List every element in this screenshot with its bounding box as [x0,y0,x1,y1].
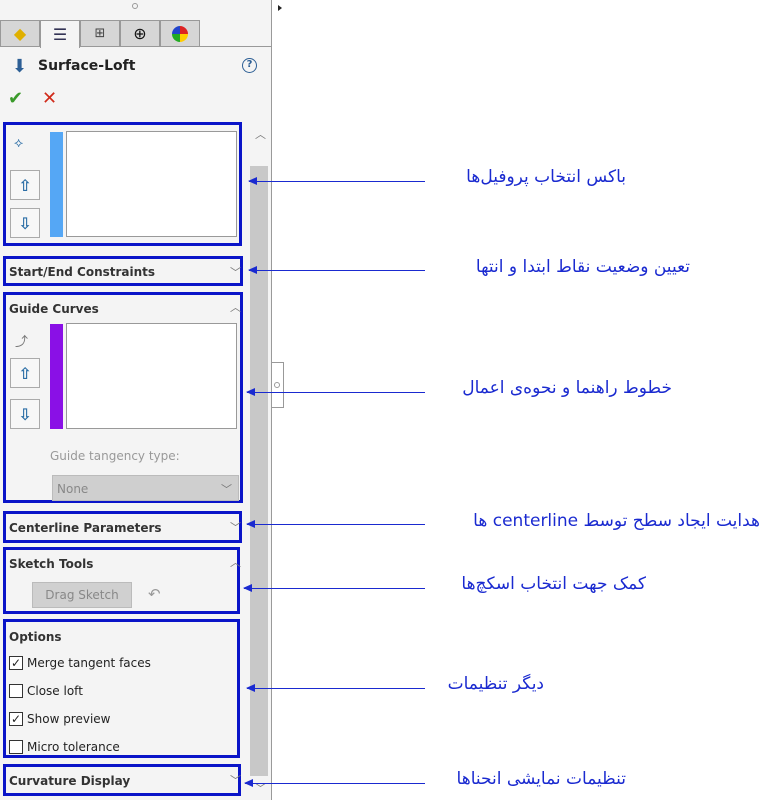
scroll-up-icon[interactable]: ︿ [255,126,266,142]
arrow-down-icon: ⇩ [18,213,32,233]
annotation-text: دیگر تنظیمات [447,674,544,694]
section-title: Sketch Tools [9,557,94,571]
tab-display-manager[interactable] [160,20,200,47]
chevron-down-icon[interactable]: ﹀ [230,519,241,535]
annotation-text: باکس انتخاب پروفیل‌ها [466,167,626,187]
move-down-button[interactable]: ⇩ [10,208,40,238]
option-label: Close loft [27,684,83,698]
annotation-arrow [246,684,425,692]
checkbox[interactable]: ✓ [9,656,23,670]
panel-collapse-handle[interactable] [272,362,284,408]
help-icon[interactable]: ? [242,58,257,73]
option-merge-tangent-faces[interactable]: ✓ Merge tangent faces [9,656,151,670]
sketch-tools-section: Sketch Tools ︿ Drag Sketch ↶ [3,547,241,614]
guide-curves-list[interactable] [66,323,237,429]
profile-icon: ⟡ [14,135,24,151]
arrow-down-icon: ⇩ [18,404,32,424]
annotation-arrow [244,779,425,787]
checkbox[interactable]: ✓ [9,712,23,726]
move-up-button[interactable]: ⇧ [10,358,40,388]
tangency-label: Guide tangency type: [50,449,180,463]
resize-grip[interactable] [132,3,138,9]
ok-check-icon[interactable]: ✔ [8,88,23,109]
option-label: Show preview [27,712,111,726]
feature-manager-icon: ◆ [13,24,27,43]
annotation-arrow [246,520,425,528]
arrow-up-icon: ⇧ [18,363,32,383]
tangency-select[interactable]: None ﹀ [52,475,239,501]
annotation-arrow [246,388,425,396]
annotation-arrow [248,177,425,185]
display-manager-icon [172,25,188,42]
annotation-text: خطوط راهنما و نحوه‌ی اعمال [462,378,672,398]
chevron-down-icon[interactable]: ﹀ [230,772,241,788]
centerline-parameters-section[interactable]: Centerline Parameters ﹀ [3,511,242,543]
undo-icon[interactable]: ↶ [148,585,161,603]
cancel-x-icon[interactable]: ✕ [42,88,57,109]
annotation-text: تنظیمات نمایشی انحناها [456,769,626,789]
selection-color-bar [50,132,63,237]
expand-arrow-icon[interactable] [278,5,282,11]
chevron-down-icon[interactable]: ﹀ [230,264,241,280]
annotation-text: کمک جهت انتخاب اسکچ‌ها [461,574,646,594]
guide-curves-section: Guide Curves ︿ ⤴ ⇧ ⇩ Guide tangency type… [3,292,243,503]
annotation-text: تعیین وضعیت نقاط ابتدا و انتها [475,257,690,277]
start-end-constraints-section[interactable]: Start/End Constraints ﹀ [3,256,243,286]
profiles-section: ⟡ ⇧ ⇩ [3,122,242,246]
move-up-button[interactable]: ⇧ [10,170,40,200]
page-title: Surface-Loft [38,58,136,74]
selection-color-bar [50,324,63,429]
option-label: Merge tangent faces [27,656,151,670]
surface-loft-icon: ⬇ [12,56,28,77]
configuration-manager-icon: ⊞ [94,26,106,41]
annotation-arrow [243,584,425,592]
option-close-loft[interactable]: Close loft [9,684,83,698]
property-manager-panel: ◆ ☰ ⊞ ⊕ ⬇ Surface-Loft ? ✔ ✕ ︿ ﹀ ⟡ ⇧ ⇩ S… [0,0,272,800]
move-down-button[interactable]: ⇩ [10,399,40,429]
options-section: Options ✓ Merge tangent faces Close loft … [3,619,240,758]
annotation-text: هدایت ایجاد سطح توسط centerline ها [473,511,760,531]
chevron-up-icon[interactable]: ︿ [230,299,241,315]
profiles-list[interactable] [66,131,237,237]
guide-curve-icon: ⤴ [15,335,29,350]
option-label: Micro tolerance [27,740,120,754]
chevron-down-icon: ﹀ [221,483,232,496]
chevron-up-icon[interactable]: ︿ [230,554,241,570]
crosshair-icon: ⊕ [133,24,147,43]
checkbox[interactable] [9,740,23,754]
tab-dimxpert[interactable]: ⊕ [120,20,160,47]
tab-configuration-manager[interactable]: ⊞ [80,20,120,47]
annotation-arrow [248,266,425,274]
section-title: Centerline Parameters [9,521,162,535]
section-title: Guide Curves [9,302,99,316]
tangency-value: None [57,482,89,496]
tab-feature-manager[interactable]: ◆ [0,20,40,47]
drag-sketch-button[interactable]: Drag Sketch [32,582,132,608]
tab-property-manager[interactable]: ☰ [40,20,80,48]
option-show-preview[interactable]: ✓ Show preview [9,712,111,726]
section-title: Start/End Constraints [9,265,156,279]
section-title: Options [9,630,62,644]
scrollbar[interactable]: ︿ ﹀ [250,120,270,800]
section-title: Curvature Display [9,774,131,788]
property-manager-icon: ☰ [52,25,68,44]
option-micro-tolerance[interactable]: Micro tolerance [9,740,120,754]
curvature-display-section[interactable]: Curvature Display ﹀ [3,764,241,796]
checkbox[interactable] [9,684,23,698]
arrow-up-icon: ⇧ [18,175,32,195]
